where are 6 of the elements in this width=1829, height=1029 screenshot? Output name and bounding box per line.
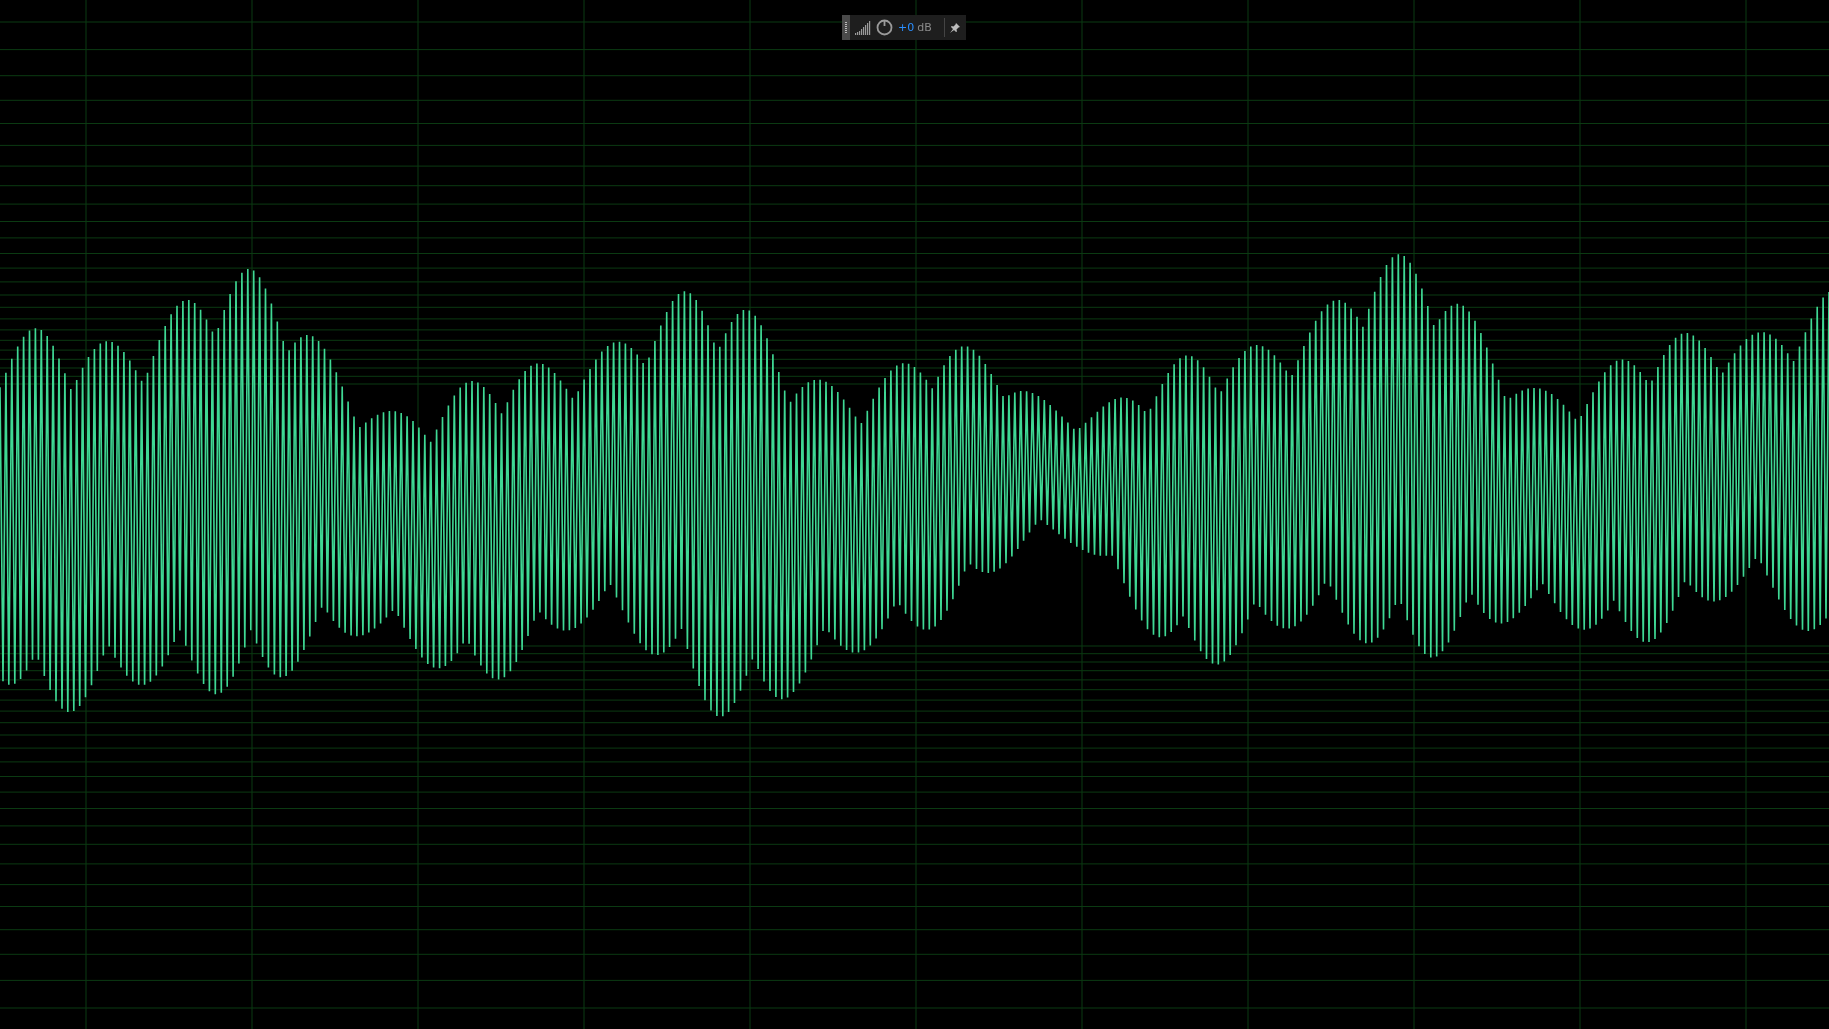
signal-bars-icon (855, 20, 871, 35)
volume-knob-icon[interactable] (876, 19, 893, 36)
drag-handle[interactable] (842, 15, 850, 40)
gain-unit: dB (917, 21, 932, 34)
pin-icon[interactable] (950, 22, 960, 33)
gain-value[interactable]: +0 (898, 21, 915, 34)
